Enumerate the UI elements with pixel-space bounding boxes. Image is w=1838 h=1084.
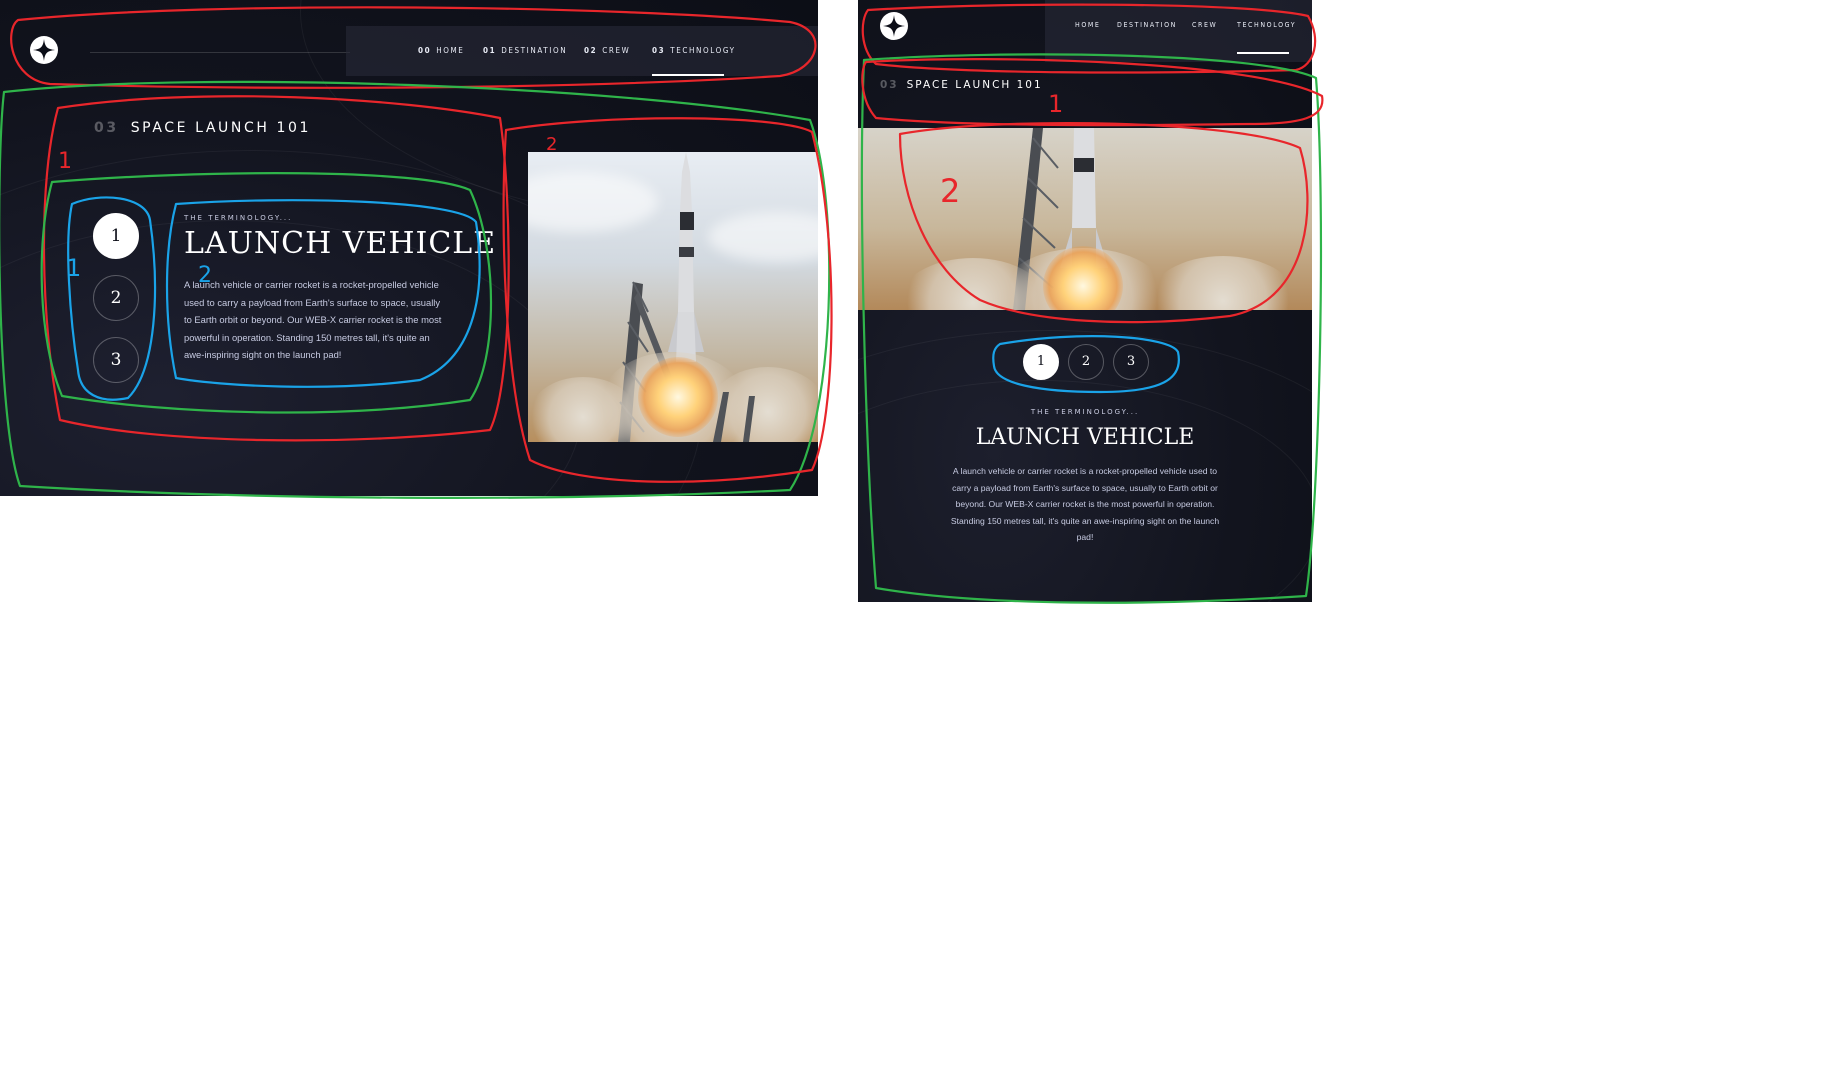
desktop-mockup: 00 HOME 01 DESTINATION 02 CREW 03 TECHNOLOGY… [0,0,818,496]
slide-button-2[interactable]: 2 [93,275,139,321]
nav-destination[interactable]: DESTINATION [1117,21,1177,29]
technology-title: LAUNCH VEHICLE [975,425,1195,450]
page-title: 03 SPACE LAUNCH 101 [94,120,312,136]
header-divider [90,52,350,53]
nav-active-indicator [1237,52,1289,54]
nav-destination[interactable]: 01 DESTINATION [483,46,567,55]
nav-home[interactable]: 00 HOME [418,46,464,55]
launch-arm-graphic [713,392,755,442]
terminology-label: THE TERMINOLOGY... [184,214,293,222]
slide-button-1[interactable]: 1 [1023,344,1059,380]
launch-vehicle-image [528,152,818,442]
nav-technology[interactable]: TECHNOLOGY [1237,21,1296,29]
nav-crew[interactable]: CREW [1192,21,1217,29]
nav-technology[interactable]: 03 TECHNOLOGY [652,46,736,55]
technology-title: LAUNCH VEHICLE [184,226,497,261]
terminology-label: THE TERMINOLOGY... [1030,408,1140,416]
logo-icon[interactable] [30,36,58,64]
slide-button-2[interactable]: 2 [1068,344,1104,380]
technology-description: A launch vehicle or carrier rocket is a … [184,279,442,361]
slide-button-3[interactable]: 3 [1113,344,1149,380]
technology-description: A launch vehicle or carrier rocket is a … [950,466,1220,543]
page-title: 03 SPACE LAUNCH 101 [880,79,1043,91]
main-nav: HOME DESTINATION CREW TECHNOLOGY [1045,0,1312,62]
logo-icon[interactable] [880,12,908,40]
tablet-mockup: HOME DESTINATION CREW TECHNOLOGY 03 SPACE… [858,0,1312,602]
nav-home[interactable]: HOME [1075,21,1101,29]
slide-button-1[interactable]: 1 [93,213,139,259]
nav-crew[interactable]: 02 CREW [584,46,630,55]
main-nav: 00 HOME 01 DESTINATION 02 CREW 03 TECHNOLOGY [346,26,818,76]
nav-active-indicator [652,74,724,76]
launch-vehicle-image [858,128,1312,310]
slide-button-3[interactable]: 3 [93,337,139,383]
